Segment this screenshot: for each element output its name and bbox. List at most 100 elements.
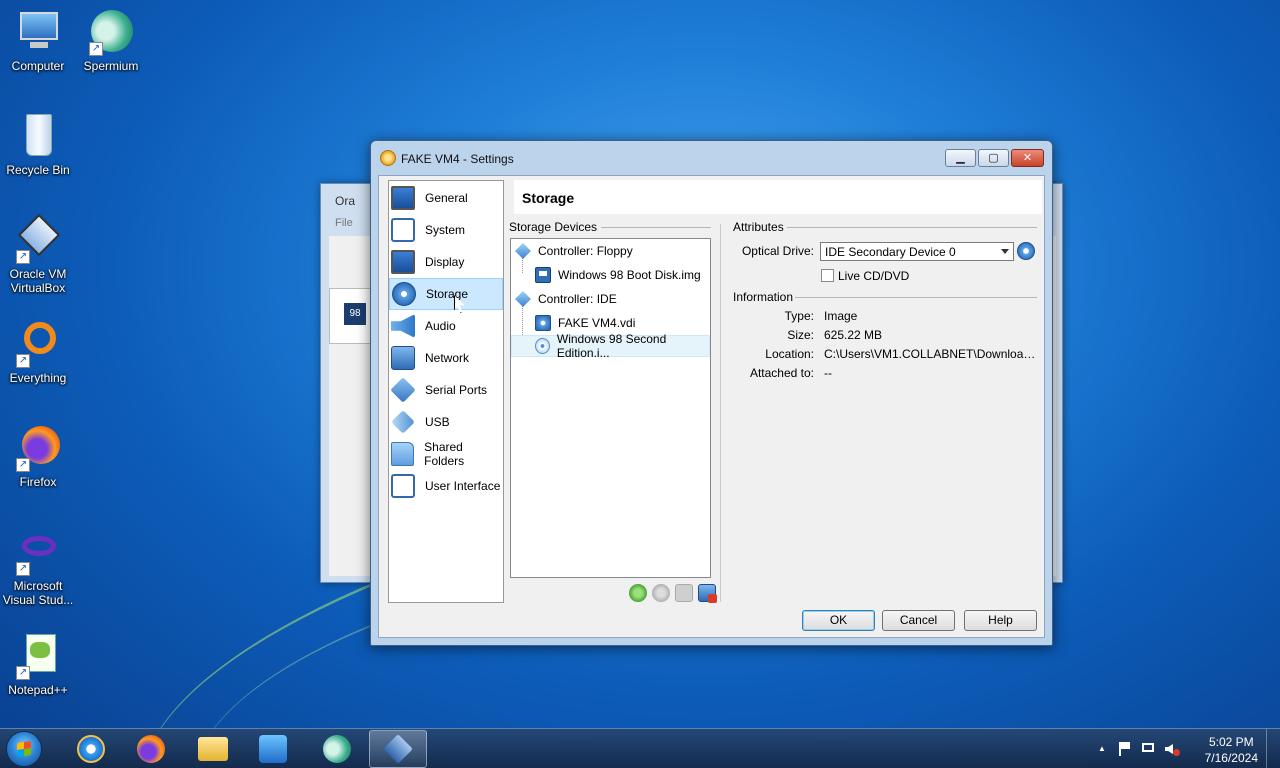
audio-icon [391, 314, 415, 338]
optical-drive-select[interactable]: IDE Secondary Device 0 [820, 242, 1014, 261]
desktop-icon-firefox[interactable]: ↗ Firefox [0, 424, 76, 489]
system-tray: ▲ 5:02 PM 7/16/2024 [1090, 729, 1280, 768]
visual-studio-icon: ↗ [14, 528, 62, 576]
remove-controller-icon[interactable] [652, 584, 670, 602]
add-controller-icon[interactable] [675, 584, 693, 602]
clock[interactable]: 5:02 PM 7/16/2024 [1205, 734, 1258, 766]
optical-drive-value: IDE Secondary Device 0 [825, 245, 956, 259]
network-status-icon[interactable] [1140, 741, 1156, 757]
live-cd-checkbox[interactable] [821, 269, 834, 282]
minimize-button[interactable]: ▁ [945, 149, 976, 167]
network-icon [391, 346, 415, 370]
show-desktop-button[interactable] [1266, 729, 1280, 768]
choose-disk-icon[interactable] [1017, 242, 1035, 260]
minimize-icon: ▁ [956, 152, 965, 164]
vertical-splitter[interactable] [720, 224, 721, 602]
tree-item-hard-disk[interactable]: FAKE VM4.vdi [511, 312, 710, 334]
floppy-disk-icon [535, 267, 551, 283]
maximize-icon: ▢ [988, 152, 999, 164]
optical-disc-icon [535, 338, 550, 354]
optical-drive-label: Optical Drive: [741, 244, 814, 258]
desktop-icon-recycle-bin[interactable]: Recycle Bin [0, 112, 76, 177]
shortcut-arrow-icon: ↗ [16, 354, 30, 368]
divider [795, 297, 1037, 298]
category-shared-folders[interactable]: Shared Folders [389, 438, 503, 470]
category-audio[interactable]: Audio [389, 310, 503, 342]
spermium-icon: ↗ [87, 8, 135, 56]
show-hidden-icons-icon[interactable]: ▲ [1094, 741, 1110, 757]
dialog-title: FAKE VM4 - Settings [401, 152, 514, 166]
firefox-icon [137, 735, 165, 763]
add-attachment-icon[interactable] [629, 584, 647, 602]
divider [787, 227, 1037, 228]
category-label: General [425, 191, 468, 205]
size-value: 625.22 MB [824, 328, 883, 342]
category-label: Display [425, 255, 465, 269]
virtualbox-icon [383, 734, 413, 764]
tree-item-controller-ide[interactable]: Controller: IDE [511, 288, 710, 310]
taskbar-file-explorer[interactable] [184, 730, 242, 768]
information-label: Information [733, 290, 794, 304]
location-value: C:\Users\VM1.COLLABNET\Downloads\Win... [824, 347, 1039, 361]
type-value: Image [824, 309, 858, 323]
storage-toolbar [629, 584, 717, 603]
taskbar-virtualbox[interactable] [369, 730, 427, 768]
menu-file[interactable]: File [335, 217, 353, 229]
computer-icon [14, 8, 62, 56]
start-button[interactable] [6, 731, 42, 767]
taskbar-internet-explorer[interactable] [62, 730, 120, 768]
desktop-icon-label: Everything [9, 371, 67, 385]
remove-attachment-icon[interactable] [698, 584, 717, 603]
general-icon [391, 186, 415, 210]
tree-item-optical-disc[interactable]: Windows 98 Second Edition.i... [511, 332, 710, 360]
category-label: Audio [425, 319, 456, 333]
close-button[interactable]: ✕ [1011, 149, 1044, 167]
category-serial-ports[interactable]: Serial Ports [389, 374, 503, 406]
category-label: System [425, 223, 466, 237]
tree-item-label: FAKE VM4.vdi [558, 316, 636, 330]
settings-category-list[interactable]: General System Display Storage Audio Net… [388, 180, 504, 603]
tree-item-floppy-image[interactable]: Windows 98 Boot Disk.img [511, 264, 710, 286]
category-usb[interactable]: USB [389, 406, 503, 438]
notepadpp-icon: ↗ [14, 632, 62, 680]
cancel-button[interactable]: Cancel [882, 610, 955, 631]
shortcut-arrow-icon: ↗ [89, 42, 103, 56]
clock-date: 7/16/2024 [1204, 751, 1258, 765]
category-label: User Interface [425, 479, 501, 493]
category-network[interactable]: Network [389, 342, 503, 374]
dialog-client-area: General System Display Storage Audio Net… [378, 175, 1045, 638]
desktop-icon-visual-studio[interactable]: ↗ Microsoft Visual Stud... [0, 528, 76, 607]
controller-floppy-icon [515, 243, 531, 259]
serial-ports-icon [390, 377, 416, 403]
user-interface-icon [391, 474, 415, 498]
category-storage[interactable]: Storage [389, 278, 503, 313]
desktop-icon-label: Computer [11, 59, 65, 73]
title-bar[interactable]: FAKE VM4 - Settings ▁ ▢ ✕ [371, 141, 1052, 175]
taskbar-firefox[interactable] [122, 730, 180, 768]
action-center-flag-icon[interactable] [1116, 741, 1132, 757]
divider [601, 227, 711, 228]
controller-ide-icon [515, 291, 531, 307]
desktop-icon-everything[interactable]: ↗ Everything [0, 320, 76, 385]
help-button[interactable]: Help [964, 610, 1037, 631]
volume-muted-icon[interactable] [1164, 741, 1180, 757]
category-user-interface[interactable]: User Interface [389, 470, 503, 502]
storage-tree[interactable]: Controller: Floppy Windows 98 Boot Disk.… [510, 238, 711, 578]
desktop-icon-spermium[interactable]: ↗ Spermium [73, 8, 149, 73]
taskbar-spermium[interactable] [308, 730, 366, 768]
live-cd-label: Live CD/DVD [838, 269, 910, 283]
taskbar: ▲ 5:02 PM 7/16/2024 [0, 728, 1280, 768]
shortcut-arrow-icon: ↗ [16, 458, 30, 472]
desktop-icon-virtualbox[interactable]: ↗ Oracle VM VirtualBox [0, 213, 76, 295]
ok-button[interactable]: OK [802, 610, 875, 631]
desktop-icon-notepadpp[interactable]: ↗ Notepad++ [0, 632, 76, 697]
maximize-button[interactable]: ▢ [978, 149, 1009, 167]
tree-item-controller-floppy[interactable]: Controller: Floppy [511, 240, 710, 262]
category-display[interactable]: Display [389, 246, 503, 278]
settings-dialog[interactable]: FAKE VM4 - Settings ▁ ▢ ✕ General System… [370, 140, 1053, 646]
taskbar-media-player[interactable] [244, 730, 302, 768]
category-system[interactable]: System [389, 214, 503, 246]
display-icon [391, 250, 415, 274]
category-general[interactable]: General [389, 182, 503, 214]
desktop-icon-computer[interactable]: Computer [0, 8, 76, 73]
